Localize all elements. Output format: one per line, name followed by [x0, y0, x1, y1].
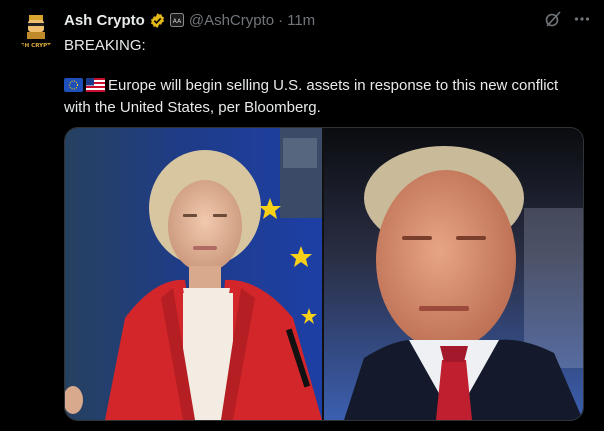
handle[interactable]: @AshCrypto	[189, 12, 274, 29]
photo-left[interactable]	[65, 128, 322, 420]
post-header: Ash Crypto AA @AshCrypto · 11m	[64, 10, 315, 30]
more-options-icon[interactable]	[574, 11, 590, 27]
timestamp[interactable]: 11m	[287, 12, 315, 29]
top-actions	[544, 10, 590, 28]
eu-flag-icon	[64, 78, 83, 98]
us-flag-icon	[86, 78, 105, 98]
grok-icon[interactable]	[544, 10, 562, 28]
post-text-line1: BREAKING:	[64, 37, 146, 54]
post-media[interactable]	[64, 127, 584, 421]
verified-badge-icon[interactable]	[149, 12, 166, 29]
affiliate-badge-icon[interactable]: AA	[169, 13, 184, 27]
separator-dot: ·	[278, 11, 284, 29]
photo-right[interactable]	[324, 128, 583, 420]
avatar-label: ASH CRYPTO	[16, 43, 55, 49]
post-text-body: Europe will begin selling U.S. assets in…	[64, 76, 584, 118]
post-text-line2: Europe will begin selling U.S. assets in…	[64, 77, 559, 116]
post-text: BREAKING: Europe will begin selling U.S.…	[64, 36, 584, 118]
svg-text:AA: AA	[173, 18, 182, 25]
tweet[interactable]: ASH CRYPTO Ash Crypto AA @AshCrypto · 11…	[0, 0, 604, 431]
avatar[interactable]: ASH CRYPTO	[16, 10, 56, 50]
display-name[interactable]: Ash Crypto	[64, 12, 145, 29]
